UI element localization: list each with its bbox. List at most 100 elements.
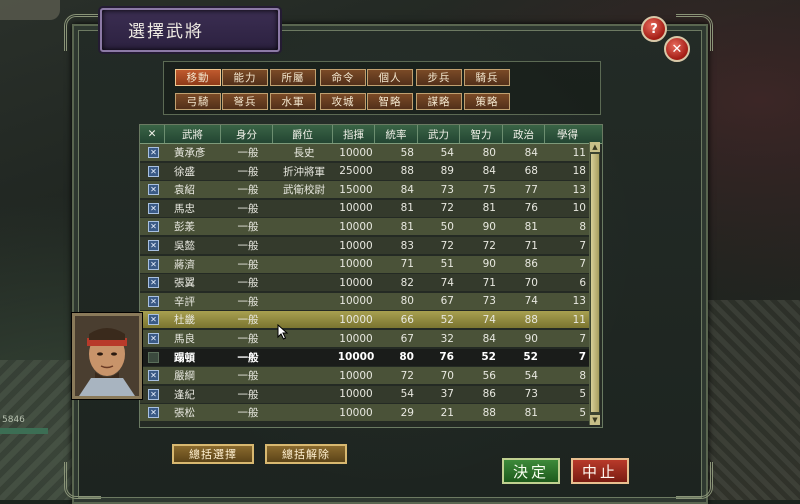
scroll-up-arrow-icon[interactable]: ▲	[590, 142, 600, 152]
table-row[interactable]: ✕ 馬良 一般 10000 67 32 84 90 7	[140, 330, 590, 347]
officer-politics: 74	[524, 295, 538, 308]
officer-leadership: 54	[400, 388, 414, 401]
officer-politics: 81	[524, 220, 538, 233]
checkbox-checked-icon[interactable]: ✕	[148, 370, 159, 382]
filter-tab[interactable]: 策略	[464, 93, 510, 110]
officer-command: 10000	[339, 369, 373, 382]
checkbox-checked-icon[interactable]: ✕	[148, 221, 159, 233]
officer-war: 74	[440, 276, 454, 289]
close-button[interactable]: ✕	[664, 36, 690, 62]
officer-politics: 73	[524, 388, 538, 401]
table-row[interactable]: ✕ 辛評 一般 10000 80 67 73 74 13	[140, 292, 590, 310]
officer-rank: 一般	[237, 258, 259, 271]
officer-leadership: 80	[400, 295, 414, 308]
table-row[interactable]: ✕ 逢紀 一般 10000 54 37 86 73 5	[140, 385, 590, 403]
officer-war: 72	[440, 202, 454, 215]
table-row[interactable]: ✕ 吳懿 一般 10000 83 72 72 71 7	[140, 237, 590, 254]
filter-tab[interactable]: 智略	[367, 93, 413, 110]
filter-tab[interactable]: 移動	[175, 69, 221, 86]
officer-learned: 11	[572, 146, 586, 159]
filter-tab[interactable]: 騎兵	[464, 69, 510, 86]
column-header[interactable]: 統率	[374, 125, 417, 143]
checkbox-checked-icon[interactable]: ✕	[148, 314, 159, 326]
filter-tab[interactable]: 弩兵	[222, 93, 268, 110]
scroll-thumb[interactable]	[591, 154, 599, 412]
filter-tab[interactable]: 能力	[222, 69, 268, 86]
checkbox-checked-icon[interactable]: ✕	[148, 407, 159, 419]
officer-name: 張翼	[174, 277, 195, 290]
column-header[interactable]: 政治	[502, 125, 544, 143]
confirm-button[interactable]: 決定	[502, 458, 560, 484]
officer-learned: 18	[572, 165, 586, 178]
column-header[interactable]: 武將	[164, 125, 220, 143]
officer-intelligence: 90	[482, 220, 496, 233]
officer-learned: 8	[579, 369, 586, 382]
table-scrollbar[interactable]: ▲ ▼	[589, 142, 600, 425]
checkbox-checked-icon[interactable]: ✕	[148, 388, 159, 400]
officer-rank: 一般	[237, 147, 259, 159]
officer-title	[274, 293, 334, 310]
officer-politics: 88	[524, 313, 538, 326]
checkbox-unchecked-icon[interactable]: ✕	[148, 351, 159, 363]
table-row[interactable]: ✕ 馬忠 一般 10000 81 72 81 76 10	[140, 199, 590, 217]
officer-politics: 54	[524, 369, 538, 382]
side-status-bar	[0, 428, 48, 434]
filter-tab[interactable]: 命令	[320, 69, 366, 86]
officer-leadership: 58	[400, 146, 414, 159]
table-row[interactable]: ✕ 張松 一般 10000 29 21 88 81 5	[140, 404, 590, 422]
filter-tab[interactable]: 步兵	[416, 69, 462, 86]
table-row[interactable]: ✕ 彭羕 一般 10000 81 50 90 81 8	[140, 218, 590, 236]
cancel-button[interactable]: 中止	[571, 458, 629, 484]
table-row[interactable]: ✕ 蔣濟 一般 10000 71 51 90 86 7	[140, 255, 590, 273]
table-row[interactable]: ✕ 蹋頓 一般 10000 80 76 52 52 7	[140, 348, 590, 366]
checkbox-checked-icon[interactable]: ✕	[148, 277, 159, 289]
officer-title	[274, 349, 334, 366]
officer-learned: 6	[579, 276, 586, 289]
table-row[interactable]: ✕ 黃承彥 一般 長史 10000 58 54 80 84 11	[140, 144, 590, 161]
column-header[interactable]: 爵位	[272, 125, 332, 143]
officer-name: 黃承彥	[174, 147, 206, 159]
table-row[interactable]: ✕ 徐盛 一般 折沖將軍 25000 88 89 84 68 18	[140, 162, 590, 180]
officer-war: 72	[440, 239, 454, 252]
officer-intelligence: 71	[482, 276, 496, 289]
column-header[interactable]: 智力	[459, 125, 502, 143]
column-header[interactable]: 武力	[417, 125, 459, 143]
filter-tab[interactable]: 弓騎	[175, 93, 221, 110]
filter-tab[interactable]: 所屬	[270, 69, 316, 86]
checkbox-checked-icon[interactable]: ✕	[148, 147, 159, 158]
deselect-all-button[interactable]: 總括解除	[265, 444, 347, 464]
table-row[interactable]: ✕ 杜畿 一般 10000 66 52 74 88 11	[140, 311, 590, 329]
filter-tab[interactable]: 攻城	[320, 93, 366, 110]
officer-intelligence: 73	[482, 295, 496, 308]
filter-tab[interactable]: 水軍	[270, 93, 316, 110]
officer-title	[274, 386, 334, 403]
officer-politics: 90	[524, 332, 538, 345]
checkbox-checked-icon[interactable]: ✕	[148, 258, 159, 270]
column-header[interactable]: 身分	[220, 125, 272, 143]
officer-war: 67	[440, 295, 454, 308]
table-row[interactable]: ✕ 張翼 一般 10000 82 74 71 70 6	[140, 274, 590, 292]
checkbox-checked-icon[interactable]: ✕	[148, 165, 159, 177]
officer-war: 54	[440, 146, 454, 159]
checkbox-checked-icon[interactable]: ✕	[148, 295, 159, 307]
scroll-down-arrow-icon[interactable]: ▼	[590, 415, 600, 425]
officer-intelligence: 84	[482, 332, 496, 345]
help-button[interactable]: ?	[641, 16, 667, 42]
checkbox-checked-icon[interactable]: ✕	[148, 240, 159, 251]
checkbox-checked-icon[interactable]: ✕	[148, 333, 159, 344]
column-header[interactable]: 學得	[544, 125, 590, 143]
table-row[interactable]: ✕ 嚴綱 一般 10000 72 70 56 54 8	[140, 367, 590, 385]
select-all-button[interactable]: 總括選擇	[172, 444, 254, 464]
officer-learned: 5	[579, 406, 586, 419]
officer-learned: 7	[579, 258, 586, 271]
filter-tab[interactable]: 謀略	[416, 93, 462, 110]
column-header-check[interactable]: ✕	[140, 125, 164, 143]
officer-leadership: 66	[400, 313, 414, 326]
checkbox-checked-icon[interactable]: ✕	[148, 202, 159, 214]
table-row[interactable]: ✕ 袁紹 一般 武衛校尉 15000 84 73 75 77 13	[140, 181, 590, 199]
officer-name: 蔣濟	[174, 258, 195, 271]
filter-tab[interactable]: 個人	[367, 69, 413, 86]
officer-command: 10000	[339, 220, 373, 233]
column-header[interactable]: 指揮	[332, 125, 374, 143]
checkbox-checked-icon[interactable]: ✕	[148, 184, 159, 196]
